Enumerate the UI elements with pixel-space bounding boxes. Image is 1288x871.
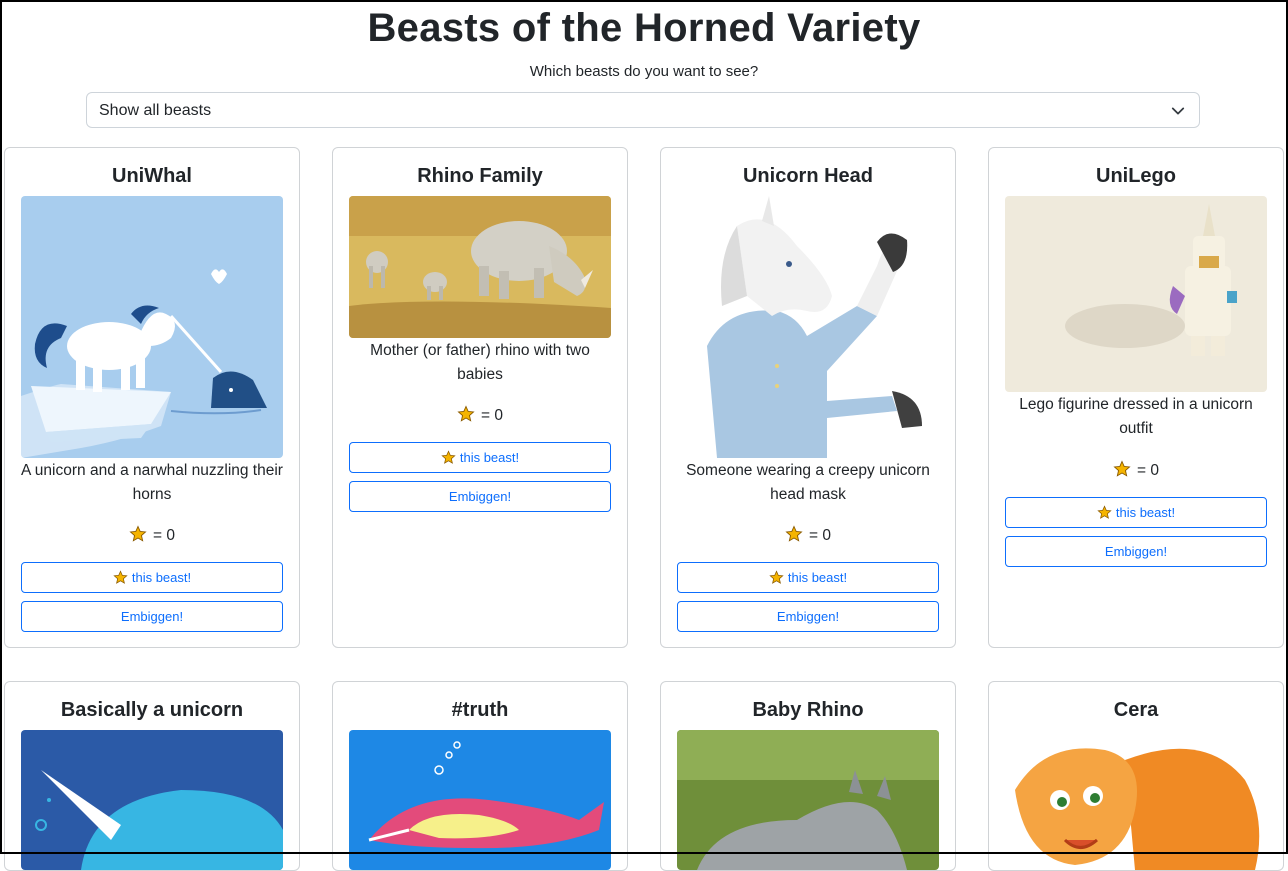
beast-filter-select[interactable]: Show all beasts xyxy=(86,92,1200,128)
star-icon xyxy=(1097,505,1112,519)
beast-title: Unicorn Head xyxy=(742,165,874,187)
beast-description: A unicorn and a narwhal nuzzling their h… xyxy=(21,462,283,503)
embiggen-button[interactable]: Embiggen! xyxy=(1005,536,1267,567)
embiggen-button[interactable]: Embiggen! xyxy=(349,481,611,512)
beast-title: UniLego xyxy=(1096,165,1176,187)
vote-count-value: = 0 xyxy=(1137,462,1159,479)
beast-image-truth[interactable] xyxy=(349,730,611,870)
star-icon xyxy=(113,570,128,584)
beast-image-cera[interactable] xyxy=(1005,730,1267,870)
page-title: Beasts of the Horned Variety xyxy=(367,6,921,50)
vote-count: = 0 xyxy=(661,525,955,545)
star-icon xyxy=(129,525,147,542)
vote-count-value: = 0 xyxy=(153,527,175,544)
vote-count-value: = 0 xyxy=(481,407,503,424)
beast-description: Someone wearing a creepy unicorn head ma… xyxy=(686,462,930,503)
vote-count: = 0 xyxy=(989,460,1283,480)
beast-image-rhino-family[interactable] xyxy=(349,196,611,338)
star-icon xyxy=(785,525,803,542)
vote-count-value: = 0 xyxy=(809,527,831,544)
beast-card: Unicorn Head Someone wearing a creepy un… xyxy=(660,147,956,648)
vote-button-label: this beast! xyxy=(131,570,192,585)
vote-button[interactable]: this beast! xyxy=(1005,497,1267,528)
beast-title: UniWhal xyxy=(112,165,192,187)
beast-title: Basically a unicorn xyxy=(60,699,244,721)
beast-card: UniWhal A unicorn and a narwhal nuzzling… xyxy=(4,147,300,648)
beast-card: Baby Rhino xyxy=(660,681,956,871)
beast-title: Rhino Family xyxy=(417,165,543,187)
vote-button-label: this beast! xyxy=(787,570,848,585)
beast-image-basically-a-unicorn[interactable] xyxy=(21,730,283,870)
beast-card: Cera xyxy=(988,681,1284,871)
beast-card: #truth xyxy=(332,681,628,871)
vote-count: = 0 xyxy=(5,525,299,545)
embiggen-button[interactable]: Embiggen! xyxy=(677,601,939,632)
beast-image-unicorn-head[interactable] xyxy=(677,196,939,458)
vote-button[interactable]: this beast! xyxy=(677,562,939,593)
beast-card: Rhino Family Mother (or father) rhino wi… xyxy=(332,147,628,648)
vote-button-label: this beast! xyxy=(459,450,520,465)
beast-card: Basically a unicorn xyxy=(4,681,300,871)
beast-description: Lego figurine dressed in a unicorn outfi… xyxy=(1019,396,1253,437)
beast-filter-value: Show all beasts xyxy=(99,102,212,119)
vote-button[interactable]: this beast! xyxy=(21,562,283,593)
beast-image-uniwhal[interactable] xyxy=(21,196,283,458)
vote-button[interactable]: this beast! xyxy=(349,442,611,473)
beast-title: Baby Rhino xyxy=(752,699,864,721)
filter-prompt: Which beasts do you want to see? xyxy=(529,63,759,80)
star-icon xyxy=(769,570,784,584)
vote-count: = 0 xyxy=(333,405,627,425)
beast-image-unilego[interactable] xyxy=(1005,196,1267,392)
vote-button-label: this beast! xyxy=(1115,505,1176,520)
beast-title: #truth xyxy=(451,699,509,721)
star-icon xyxy=(1113,460,1131,477)
beast-title: Cera xyxy=(1113,699,1159,721)
beast-card: UniLego Lego figurine dressed in a unico… xyxy=(988,147,1284,648)
beast-description: Mother (or father) rhino with two babies xyxy=(370,342,590,383)
beast-image-baby-rhino[interactable] xyxy=(677,730,939,870)
star-icon xyxy=(441,450,456,464)
chevron-down-icon xyxy=(1171,107,1185,115)
embiggen-button[interactable]: Embiggen! xyxy=(21,601,283,632)
star-icon xyxy=(457,405,475,422)
